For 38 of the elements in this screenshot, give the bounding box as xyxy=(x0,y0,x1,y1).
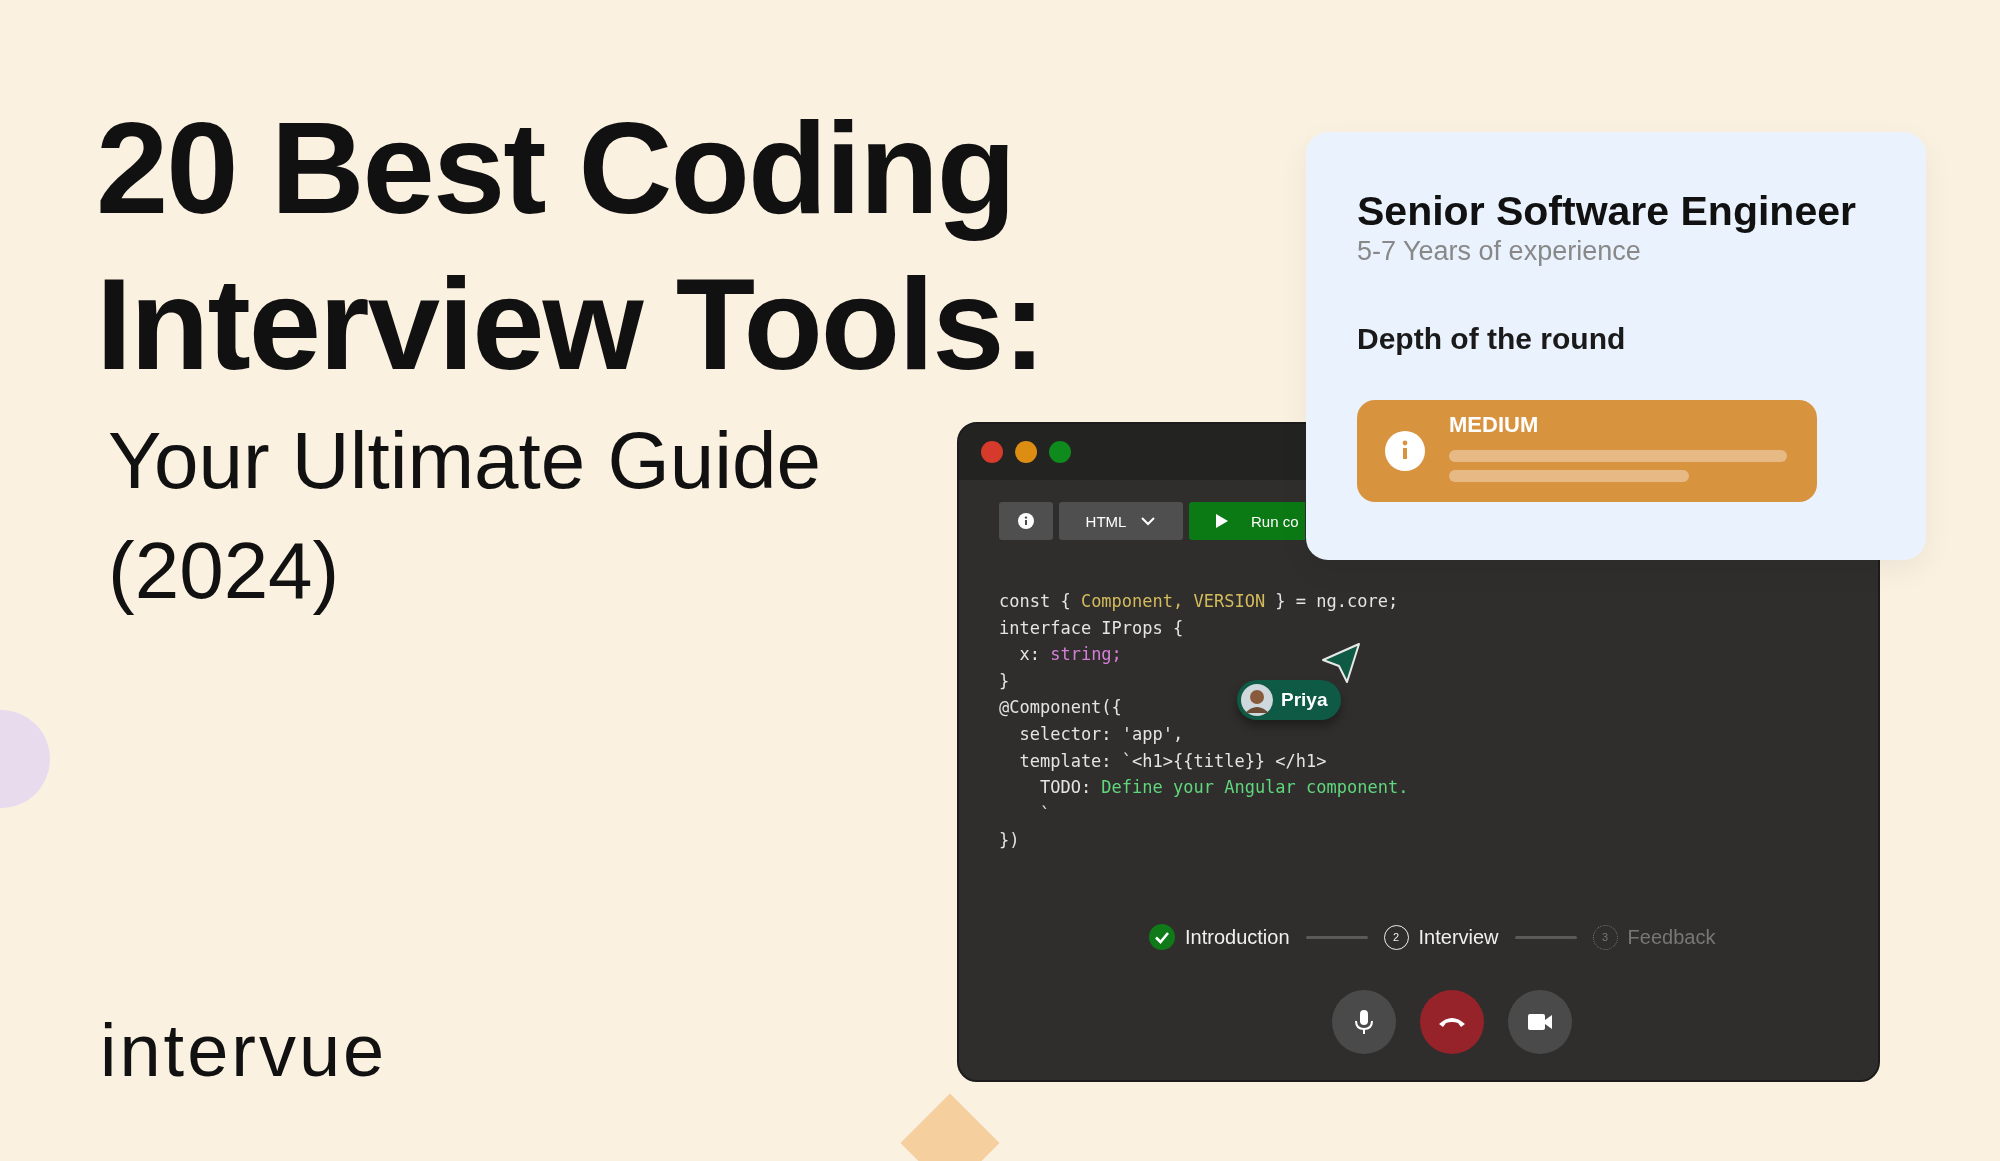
info-icon xyxy=(1385,431,1425,471)
play-icon xyxy=(1215,513,1229,529)
code-line: } xyxy=(999,669,1010,693)
code-line: interface IProps { xyxy=(999,616,1184,640)
headline: Interview Tools: xyxy=(96,250,1044,399)
step-label: Interview xyxy=(1418,925,1499,949)
subtitle: (2024) xyxy=(108,525,340,617)
collaborator-name: Priya xyxy=(1281,689,1328,711)
code-line: TODO: Define your Angular component. xyxy=(1038,776,1409,800)
code-line: template: `<h1>{{title}} </h1> xyxy=(1018,749,1327,773)
language-dropdown[interactable]: HTML xyxy=(1059,502,1183,540)
depth-level: MEDIUM xyxy=(1449,412,1540,438)
code-line: }) xyxy=(999,829,1020,853)
run-button[interactable]: Run co xyxy=(1189,502,1305,540)
headline: 20 Best Coding xyxy=(96,94,1015,243)
pointer-cursor-icon xyxy=(1321,642,1361,684)
minimize-dot-icon[interactable] xyxy=(1015,441,1037,463)
video-camera-icon xyxy=(1527,1013,1553,1031)
microphone-icon xyxy=(1354,1009,1374,1035)
info-button[interactable] xyxy=(999,502,1053,540)
depth-label: Depth of the round xyxy=(1357,322,1627,356)
maximize-dot-icon[interactable] xyxy=(1049,441,1071,463)
subtitle: Your Ultimate Guide xyxy=(108,415,821,507)
phone-icon xyxy=(1438,1016,1466,1028)
step-label: Feedback xyxy=(1627,925,1716,949)
code-line: ` xyxy=(1038,802,1051,826)
step-label: Introduction xyxy=(1185,925,1290,949)
close-dot-icon[interactable] xyxy=(981,441,1003,463)
avatar xyxy=(1241,684,1273,716)
code-line: selector: 'app', xyxy=(1018,722,1184,746)
job-title: Senior Software Engineer xyxy=(1357,188,1857,234)
code-line: const { Component, VERSION } = ng.core; xyxy=(999,590,1399,613)
info-icon xyxy=(1018,513,1034,529)
chevron-down-icon xyxy=(1140,516,1157,526)
experience-text: 5-7 Years of experience xyxy=(1357,235,1642,268)
logo: intervue xyxy=(99,1011,389,1091)
code-line: @Component({ xyxy=(999,696,1122,720)
code-line: x: string; xyxy=(1018,643,1122,667)
